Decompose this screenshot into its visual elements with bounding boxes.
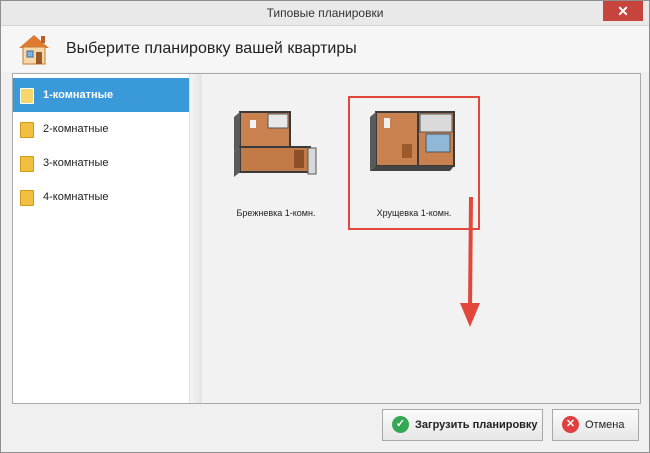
dialog-footer: ✓ Загрузить планировку ✕ Отмена	[1, 403, 649, 451]
folder-icon	[20, 156, 34, 172]
close-icon: ✕	[617, 3, 629, 19]
category-sidebar: 1-комнатные 2-комнатные 3-комнатные 4-ко…	[13, 74, 198, 403]
window-title: Типовые планировки	[266, 6, 384, 20]
plans-panel: Брежневка 1-комн. Хрущевка 1-комн.	[202, 74, 640, 403]
folder-icon	[20, 88, 34, 104]
sidebar-item-1-room[interactable]: 1-комнатные	[13, 78, 198, 112]
sidebar-item-2-room[interactable]: 2-комнатные	[13, 112, 189, 146]
sidebar-item-label: 3-комнатные	[43, 157, 109, 169]
load-plan-button[interactable]: ✓ Загрузить планировку	[382, 409, 543, 441]
header-title: Выберите планировку вашей квартиры	[66, 40, 357, 57]
plan-label: Брежневка 1-комн.	[236, 208, 316, 218]
folder-icon	[20, 122, 34, 138]
title-bar: Типовые планировки ✕	[1, 1, 649, 26]
floor-plan-thumbnail	[234, 111, 317, 177]
dialog-header: Выберите планировку вашей квартиры	[1, 26, 649, 72]
load-plan-label: Загрузить планировку	[415, 419, 538, 431]
content-area: 1-комнатные 2-комнатные 3-комнатные 4-ко…	[12, 73, 641, 404]
sidebar-item-3-room[interactable]: 3-комнатные	[13, 146, 189, 180]
folder-icon	[20, 190, 34, 206]
sidebar-divider	[189, 74, 202, 403]
cancel-label: Отмена	[585, 419, 625, 431]
sidebar-item-label: 1-комнатные	[43, 89, 114, 101]
cancel-button[interactable]: ✕ Отмена	[552, 409, 639, 441]
dialog-window: Типовые планировки ✕ Выберите планировку…	[0, 0, 650, 453]
close-button[interactable]: ✕	[603, 1, 643, 21]
sidebar-item-4-room[interactable]: 4-комнатные	[13, 180, 189, 214]
floor-plan-thumbnail	[370, 111, 455, 171]
cancel-icon: ✕	[562, 416, 579, 433]
red-arrow-annotation	[460, 197, 480, 327]
house-icon	[19, 35, 49, 65]
sidebar-item-label: 4-комнатные	[43, 191, 109, 203]
check-icon: ✓	[392, 416, 409, 433]
plan-card-brezhnevka[interactable]: Брежневка 1-комн.	[212, 98, 340, 228]
sidebar-item-label: 2-комнатные	[43, 123, 109, 135]
